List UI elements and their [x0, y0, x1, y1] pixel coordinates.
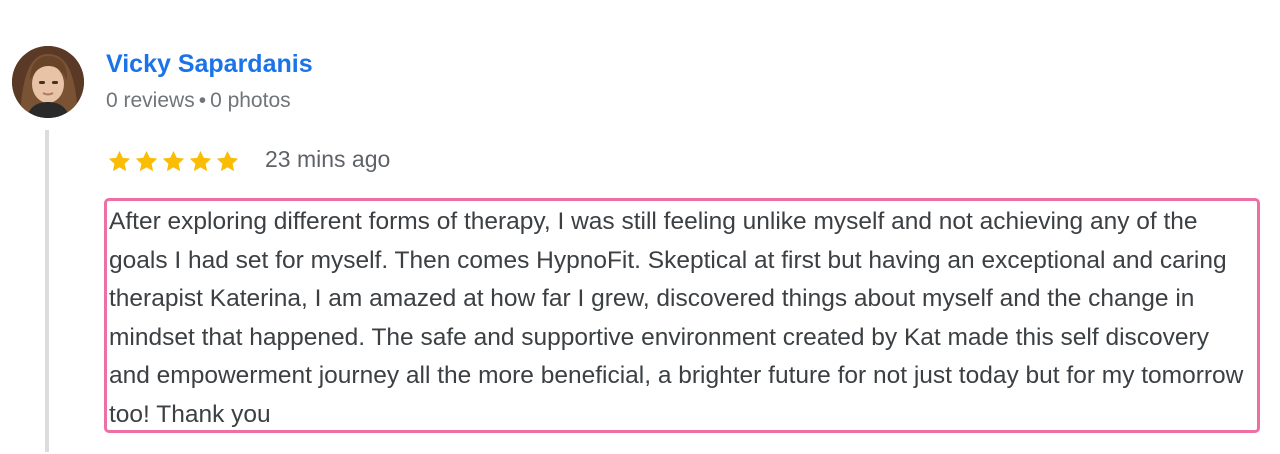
review-time: 23 mins ago: [265, 146, 391, 172]
thread-line: [45, 130, 49, 452]
reviewer-stats: 0 reviews • 0 photos: [106, 89, 291, 113]
star-icon: [216, 150, 239, 171]
star-rating: [107, 144, 240, 178]
star-icon: [135, 150, 158, 171]
review-text-highlight: After exploring different forms of thera…: [104, 198, 1260, 433]
star-icon: [162, 150, 185, 171]
star-icon: [189, 150, 212, 171]
reviewer-name-link[interactable]: Vicky Sapardanis: [106, 50, 313, 79]
review-text: After exploring different forms of thera…: [109, 208, 1244, 428]
meta-separator: •: [198, 89, 207, 112]
reviews-count: 0 reviews: [106, 89, 195, 112]
photos-count: 0 photos: [210, 89, 291, 112]
user-photo-icon: [12, 46, 84, 118]
reviewer-avatar[interactable]: [12, 46, 84, 118]
review-card: Vicky Sapardanis 0 reviews • 0 photos 23 m…: [0, 0, 1280, 454]
star-icon: [108, 150, 131, 171]
